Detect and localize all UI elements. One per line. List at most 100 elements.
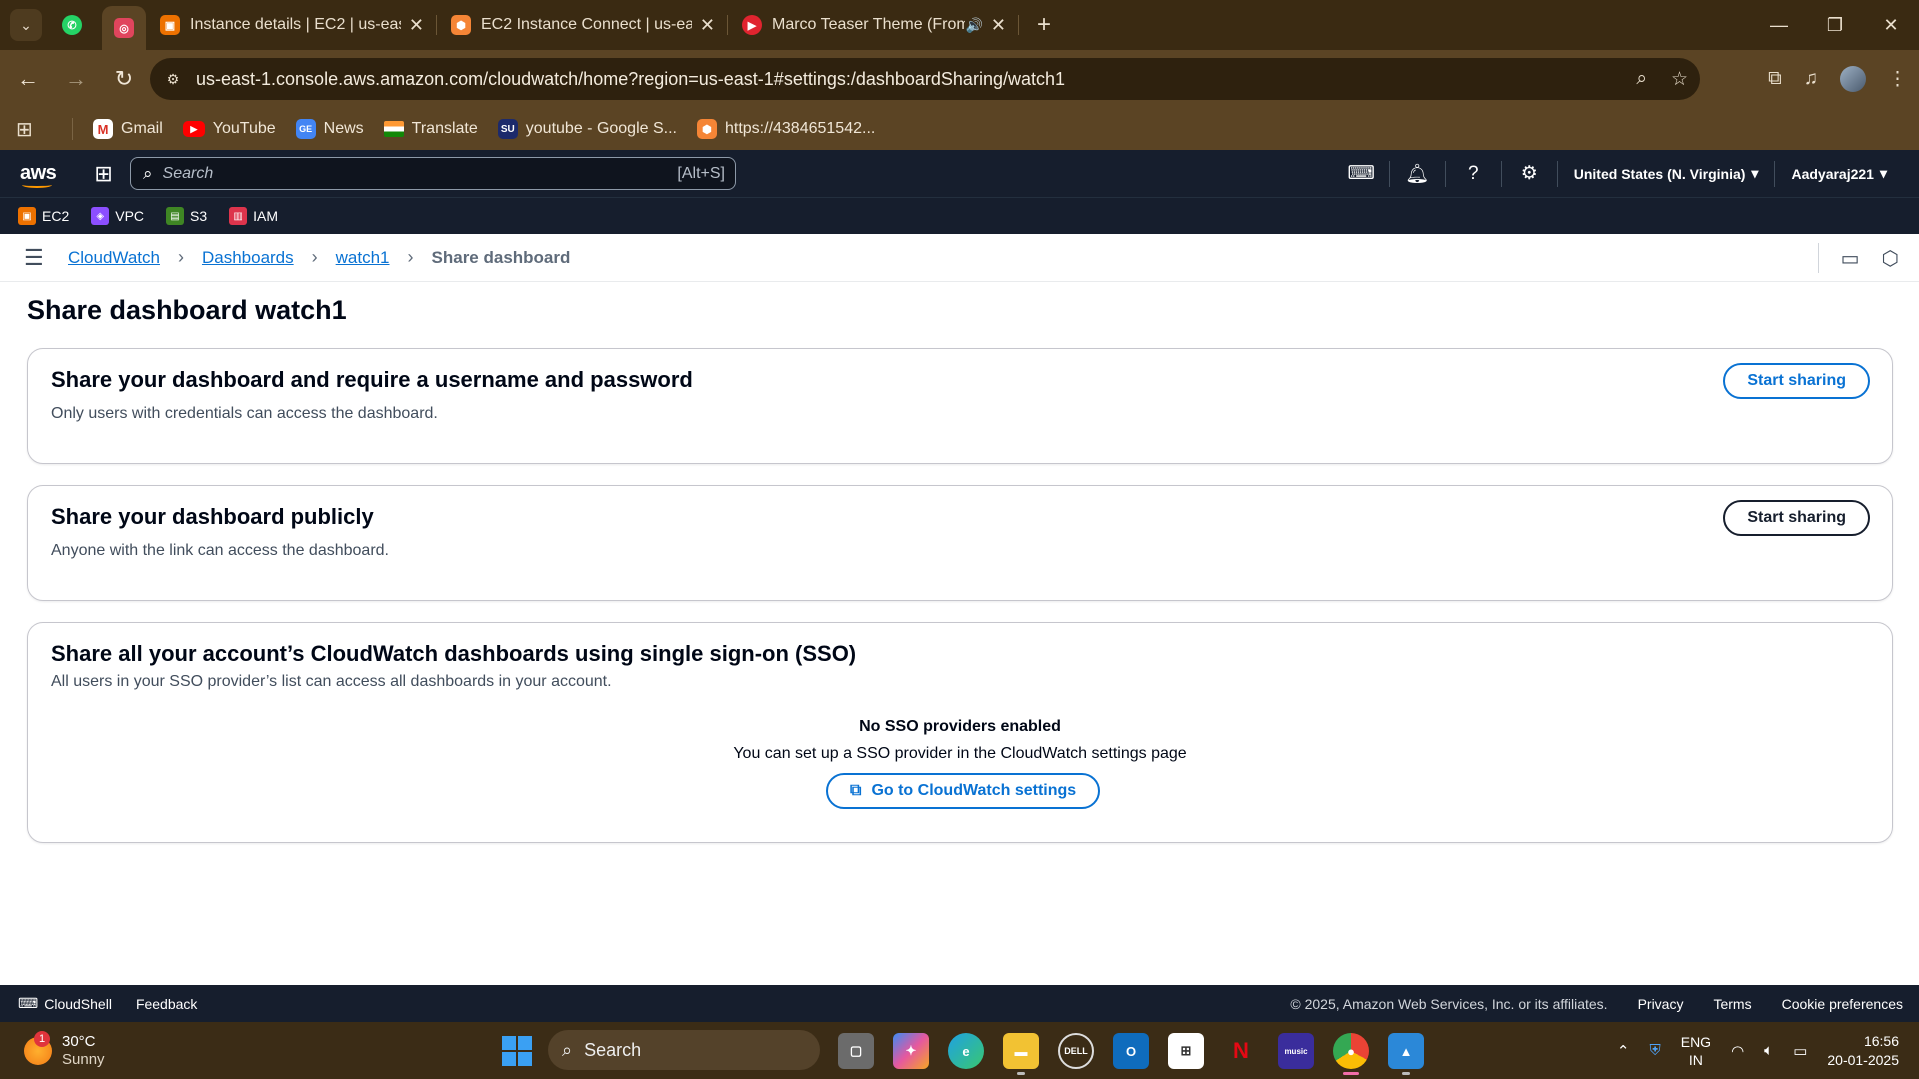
bookmark-news[interactable]: GE News [295, 119, 364, 139]
tab-search-button[interactable]: ⌄ [10, 9, 42, 41]
microsoft-store-icon[interactable]: ⊞ [1168, 1033, 1204, 1069]
bookmark-gmail[interactable]: M Gmail [93, 119, 163, 139]
volume-icon[interactable]: 🔈︎ [1764, 1042, 1773, 1059]
close-icon[interactable]: ✕ [991, 15, 1006, 36]
settings-gear-icon[interactable]: ⚙ [1502, 160, 1558, 187]
back-icon[interactable]: ← [8, 59, 48, 99]
menu-kebab-icon[interactable]: ⋮ [1888, 68, 1907, 91]
search-shortcut: [Alt+S] [677, 164, 725, 182]
breadcrumb-dashboards[interactable]: Dashboards [202, 248, 294, 268]
tab-marco-teaser[interactable]: ▶ Marco Teaser Theme (From 🔊 ✕ [728, 6, 1018, 44]
copilot-icon[interactable]: ✦ [893, 1033, 929, 1069]
bookmark-aws-link[interactable]: ⬢ https://4384651542... [696, 119, 875, 139]
notifications-bell-icon[interactable]: 🔔︎ [1390, 160, 1446, 187]
cloudshell-link[interactable]: ⌨ CloudShell [18, 995, 112, 1012]
speaker-icon[interactable]: 🔊 [965, 17, 982, 34]
region-selector[interactable]: United States (N. Virginia) ▾ [1558, 165, 1775, 182]
button-label: Go to CloudWatch settings [871, 782, 1077, 799]
terms-link[interactable]: Terms [1713, 996, 1751, 1012]
service-s3[interactable]: ▤ S3 [166, 207, 207, 225]
aws-logo-text: aws [20, 162, 57, 184]
tab-instance-details[interactable]: ▣ Instance details | EC2 | us-east-1 ✕ [146, 6, 436, 44]
clock[interactable]: 16:56 20-01-2025 [1827, 1032, 1899, 1070]
feedback-link[interactable]: Feedback [136, 996, 197, 1012]
edge-icon[interactable]: e [948, 1033, 984, 1069]
breadcrumb-watch1[interactable]: watch1 [336, 248, 390, 268]
close-icon[interactable]: ✕ [409, 15, 424, 36]
media-control-icon[interactable]: ♫ [1804, 68, 1818, 90]
weather-widget[interactable]: 1 30°C Sunny [24, 1030, 105, 1069]
pinned-tab-whatsapp[interactable]: ✆ [50, 6, 94, 44]
clock-date: 20-01-2025 [1827, 1051, 1899, 1068]
bookmark-youtube[interactable]: ▶ YouTube [182, 120, 276, 138]
start-sharing-credentials-button[interactable]: Start sharing [1723, 363, 1870, 399]
bookmarks-bar: ⊞ M Gmail ▶ YouTube GE News Translate SU you… [0, 108, 1919, 150]
battery-icon[interactable]: ▭ [1793, 1042, 1807, 1060]
ec2-icon: ▣ [160, 15, 180, 35]
bookmark-label: Translate [411, 120, 478, 137]
start-sharing-public-button[interactable]: Start sharing [1723, 500, 1870, 536]
windows-start-icon[interactable] [502, 1036, 532, 1066]
google-news-icon: GE [295, 119, 316, 139]
breadcrumb-cloudwatch[interactable]: CloudWatch [68, 248, 160, 268]
cloudshell-label: CloudShell [44, 995, 112, 1012]
address-bar[interactable]: ⚙ us-east-1.console.aws.amazon.com/cloud… [150, 58, 1700, 100]
cookie-preferences-link[interactable]: Cookie preferences [1782, 996, 1903, 1012]
card-description: All users in your SSO provider’s list ca… [51, 673, 612, 690]
service-iam[interactable]: ▥ IAM [229, 207, 278, 225]
chevron-right-icon: › [311, 247, 318, 267]
url-text[interactable]: us-east-1.console.aws.amazon.com/cloudwa… [196, 69, 1065, 90]
help-icon[interactable]: ? [1446, 160, 1502, 187]
forward-icon[interactable]: → [56, 59, 96, 99]
minimize-icon[interactable]: — [1751, 0, 1807, 50]
whatsapp-icon: ✆ [62, 15, 82, 35]
account-menu[interactable]: Aadyaraj221 ▾ [1774, 160, 1903, 187]
aws-logo[interactable]: aws [20, 162, 57, 188]
profile-avatar[interactable] [1840, 66, 1866, 92]
tab-separator [1018, 15, 1019, 35]
reload-icon[interactable]: ↻ [104, 59, 144, 99]
language-indicator[interactable]: ENG IN [1681, 1033, 1711, 1069]
photos-icon[interactable]: ▲ [1388, 1033, 1424, 1075]
wifi-icon[interactable]: ◠ [1731, 1042, 1744, 1060]
app-icon: ◎ [114, 18, 134, 38]
help-panel-icon[interactable]: ⬡ [1882, 246, 1899, 271]
service-ec2[interactable]: ▣ EC2 [18, 207, 69, 225]
dell-icon[interactable]: DELL [1058, 1033, 1094, 1069]
new-tab-button[interactable]: + [1037, 11, 1051, 39]
site-info-icon[interactable]: ⚙ [158, 64, 188, 94]
youtube-icon: ▶ [182, 121, 205, 137]
aws-footer: ⌨ CloudShell Feedback © 2025, Amazon Web … [0, 985, 1919, 1022]
bookmark-youtube-google-sheets[interactable]: SU youtube - Google S... [497, 119, 677, 139]
netflix-icon[interactable]: N [1223, 1033, 1259, 1069]
card-title: Share all your account’s CloudWatch dash… [51, 641, 857, 666]
outlook-icon[interactable]: O [1113, 1033, 1149, 1069]
taskbar-search[interactable]: ⌕ Search [548, 1030, 820, 1070]
go-to-cloudwatch-settings-button[interactable]: ⧉ Go to CloudWatch settings [826, 773, 1101, 809]
extensions-icon[interactable]: ⧉ [1768, 68, 1782, 90]
chrome-icon[interactable]: ● [1333, 1033, 1369, 1075]
chevron-right-icon: › [177, 247, 184, 267]
cloudshell-icon[interactable]: ⌨ [1334, 160, 1390, 187]
aws-search-input[interactable]: ⌕ Search [Alt+S] [130, 157, 736, 190]
tab-ec2-instance-connect[interactable]: ⬢ EC2 Instance Connect | us-east-1 ✕ [437, 6, 727, 44]
security-shield-icon[interactable]: ⛨ [1649, 1042, 1660, 1059]
tab-title: Instance details | EC2 | us-east-1 [190, 16, 401, 33]
bookmark-translate[interactable]: Translate [383, 120, 478, 138]
task-view-icon[interactable]: ▢ [838, 1033, 874, 1069]
hamburger-menu-icon[interactable]: ☰ [24, 245, 54, 271]
bookmark-star-icon[interactable]: ☆ [1671, 68, 1688, 91]
zoom-icon[interactable]: ⌕ [1636, 68, 1647, 90]
close-icon[interactable]: ✕ [700, 15, 715, 36]
chevron-up-icon[interactable]: ⌃ [1617, 1042, 1630, 1060]
amazon-music-icon[interactable]: music [1278, 1033, 1314, 1069]
tools-panel-icon[interactable]: ▭ [1841, 246, 1860, 271]
apps-grid-icon[interactable]: ⊞ [16, 117, 52, 142]
privacy-link[interactable]: Privacy [1638, 996, 1684, 1012]
restore-icon[interactable]: ❐ [1807, 0, 1863, 50]
file-explorer-icon[interactable]: ▬ [1003, 1033, 1039, 1075]
services-grid-icon[interactable]: ⊞ [94, 161, 112, 187]
service-vpc[interactable]: ◈ VPC [91, 207, 144, 225]
pinned-tab-active[interactable]: ◎ [102, 6, 146, 50]
close-window-icon[interactable]: ✕ [1863, 0, 1919, 50]
